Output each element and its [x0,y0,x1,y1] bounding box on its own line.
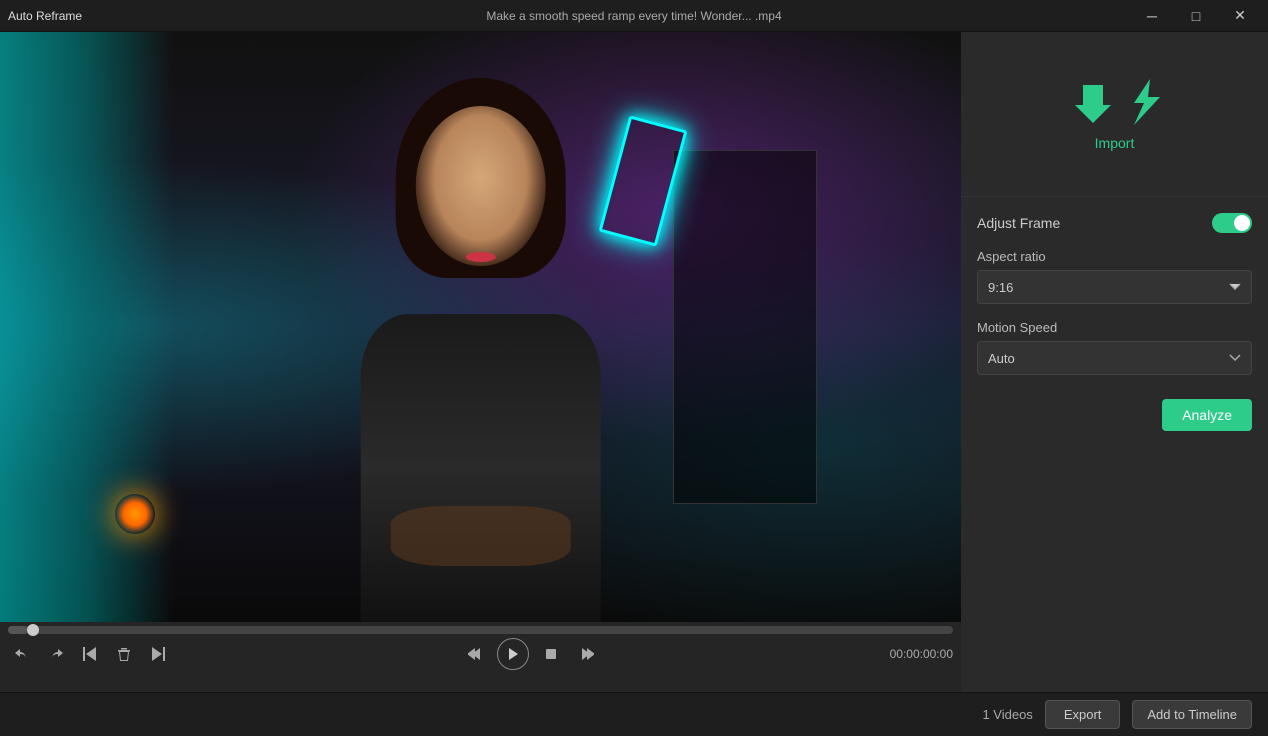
motion-speed-select[interactable]: Auto [977,341,1252,375]
aspect-ratio-group: Aspect ratio 9:16 [977,249,1252,304]
skip-back-button[interactable] [76,640,104,668]
progress-fill [8,626,27,634]
export-button[interactable]: Export [1045,700,1121,729]
play-button[interactable] [497,638,529,670]
import-lightning-icon [1122,77,1162,127]
video-placeholder [0,32,961,622]
import-label[interactable]: Import [1095,135,1135,151]
video-area [0,32,961,622]
undo-button[interactable] [8,640,36,668]
import-icons [1068,77,1162,127]
stop-button[interactable] [537,640,565,668]
aspect-ratio-value: 9:16 [988,280,1013,295]
motion-speed-group: Motion Speed Auto [977,320,1252,375]
aspect-ratio-select[interactable]: 9:16 [977,270,1252,304]
add-timeline-button[interactable]: Add to Timeline [1132,700,1252,729]
titlebar: Auto Reframe Make a smooth speed ramp ev… [0,0,1268,32]
file-name: Make a smooth speed ramp every time! Won… [486,9,781,23]
adjust-frame-toggle[interactable] [1212,213,1252,233]
redo-button[interactable] [42,640,70,668]
delete-button[interactable] [110,640,138,668]
controls-bar: 00:00:00:00 [0,622,961,692]
scene-warm-light [115,494,155,534]
progress-bar[interactable] [8,626,953,634]
close-button[interactable]: ✕ [1220,2,1260,30]
right-panel: Import Adjust Frame Aspect ratio 9:16 [961,32,1268,692]
toggle-knob [1234,215,1250,231]
import-download-icon [1068,77,1118,127]
skip-forward-button[interactable] [144,640,172,668]
videos-count: 1 Videos [982,707,1032,722]
titlebar-left: Auto Reframe [8,9,82,23]
progress-thumb[interactable] [27,624,39,636]
aspect-ratio-label: Aspect ratio [977,249,1252,264]
timestamp-display: 00:00:00:00 [890,647,953,661]
import-section: Import [961,32,1268,197]
motion-speed-value: Auto [988,351,1015,366]
video-panel: 00:00:00:00 [0,32,961,692]
frame-back-button[interactable] [461,640,489,668]
settings-section: Adjust Frame Aspect ratio 9:16 Moti [961,197,1268,692]
frame-forward-button[interactable] [573,640,601,668]
bottom-bar: 1 Videos Export Add to Timeline [0,692,1268,736]
motion-speed-chevron-icon [1229,354,1241,362]
adjust-frame-label: Adjust Frame [977,215,1060,231]
motion-speed-label: Motion Speed [977,320,1252,335]
minimize-button[interactable]: ─ [1132,2,1172,30]
controls-row: 00:00:00:00 [8,638,953,670]
adjust-frame-row: Adjust Frame [977,213,1252,233]
maximize-button[interactable]: □ [1176,2,1216,30]
scene-door [0,32,173,622]
window-controls: ─ □ ✕ [1132,2,1260,30]
scene-person [216,62,745,623]
controls-center [461,638,601,670]
controls-left [8,640,172,668]
app-title: Auto Reframe [8,9,82,23]
main-content: 00:00:00:00 Import [0,32,1268,692]
analyze-button[interactable]: Analyze [1162,399,1252,431]
aspect-ratio-chevron-icon [1229,283,1241,291]
